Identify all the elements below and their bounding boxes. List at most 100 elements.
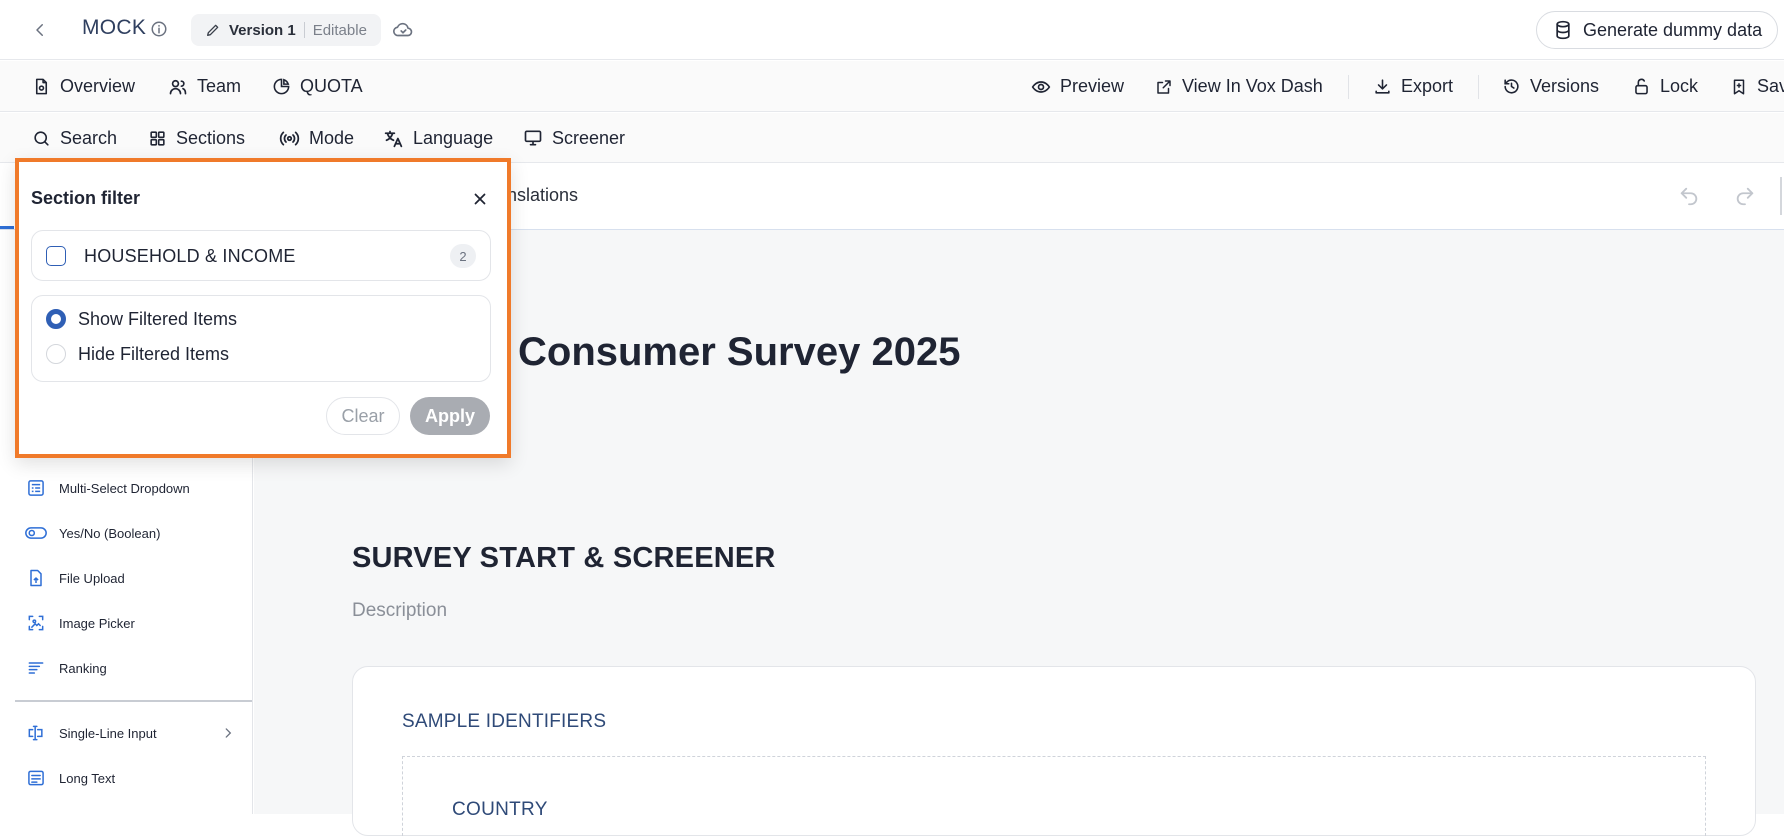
- question-drop-zone: [402, 756, 1706, 836]
- nav-export[interactable]: Export: [1373, 61, 1453, 112]
- sidebar-item-label: Image Picker: [59, 615, 135, 631]
- generate-dummy-data-button[interactable]: Generate dummy data: [1536, 11, 1778, 49]
- tool-sections-label: Sections: [176, 127, 246, 148]
- nav-view-in-vox-label: View In Vox Dash: [1182, 76, 1323, 96]
- broadcast-icon: [279, 131, 300, 145]
- nav-view-in-vox-dash[interactable]: View In Vox Dash: [1155, 61, 1323, 112]
- top-bar: MOCK Version 1 Editable Generate dummy d…: [0, 0, 1784, 60]
- radio-button[interactable]: [46, 344, 66, 364]
- history-icon: [1504, 79, 1519, 94]
- undo-button[interactable]: [1678, 185, 1700, 207]
- chevron-right-icon[interactable]: [221, 726, 235, 740]
- tool-sections[interactable]: Sections: [148, 113, 245, 163]
- undo-icon: [1680, 187, 1698, 206]
- sidebar-item-label: Yes/No (Boolean): [59, 525, 161, 541]
- image-picker-icon: [28, 615, 44, 631]
- cloud-sync-icon: [392, 19, 414, 41]
- project-title: MOCK: [82, 16, 147, 39]
- filter-mode-group: Show Filtered Items Hide Filtered Items: [31, 295, 491, 382]
- document-icon: [35, 78, 48, 95]
- question-label[interactable]: COUNTRY: [452, 799, 548, 821]
- sidebar-item-image-picker[interactable]: Image Picker: [25, 609, 235, 637]
- redo-button[interactable]: [1734, 185, 1756, 207]
- multi-select-dropdown-icon: [28, 480, 44, 496]
- download-icon: [1375, 79, 1390, 94]
- grid-icon: [150, 130, 165, 146]
- nav-quota[interactable]: QUOTA: [272, 61, 363, 112]
- section-checkbox[interactable]: [46, 246, 66, 266]
- nav-team-label: Team: [197, 76, 242, 96]
- active-tab-indicator: [0, 226, 14, 229]
- text-cursor-icon: [28, 725, 43, 741]
- nav-overview[interactable]: Overview: [32, 61, 135, 112]
- nav-lock-label: Lock: [1660, 76, 1699, 96]
- apply-button[interactable]: Apply: [410, 397, 490, 435]
- version-state: Editable: [312, 21, 367, 39]
- tool-search[interactable]: Search: [32, 113, 117, 163]
- database-icon: [1556, 20, 1570, 40]
- section-filter-option[interactable]: HOUSEHOLD & INCOME 2: [31, 230, 491, 281]
- users-icon: [169, 79, 187, 94]
- nav-team[interactable]: Team: [168, 61, 241, 112]
- sidebar-item-label: Ranking: [59, 660, 107, 676]
- radio-button-selected[interactable]: [46, 309, 66, 329]
- tool-screener[interactable]: Screener: [523, 113, 625, 163]
- nav-save[interactable]: Sav: [1730, 61, 1784, 112]
- sidebar-item-label: Multi-Select Dropdown: [59, 480, 190, 496]
- question-group-title[interactable]: SAMPLE IDENTIFIERS: [402, 711, 606, 733]
- translate-icon: [384, 130, 403, 147]
- section-description[interactable]: Description: [352, 600, 447, 622]
- editor-toolbar: Search Sections Mode Language Screener: [0, 113, 1784, 163]
- chevron-left-icon: [36, 24, 43, 36]
- nav-versions-label: Versions: [1530, 76, 1600, 96]
- nav-divider: [1478, 75, 1479, 99]
- sidebar-item-long-text[interactable]: Long Text: [25, 764, 235, 792]
- nav-overview-label: Overview: [60, 76, 136, 96]
- version-selector[interactable]: Version 1 Editable: [191, 14, 381, 46]
- sidebar-item-label: Single-Line Input: [59, 725, 157, 741]
- tool-language[interactable]: Language: [383, 113, 493, 163]
- version-name: Version 1: [229, 21, 296, 39]
- sidebar-item-single-line-input[interactable]: Single-Line Input: [25, 719, 235, 747]
- pie-chart-icon: [273, 78, 290, 95]
- toggle-icon: [25, 527, 47, 539]
- tool-mode[interactable]: Mode: [279, 113, 354, 163]
- version-separator: [303, 22, 305, 38]
- nav-export-label: Export: [1401, 76, 1454, 96]
- monitor-icon: [524, 130, 542, 146]
- nav-lock[interactable]: Lock: [1632, 61, 1698, 112]
- info-icon[interactable]: [150, 20, 168, 38]
- section-title[interactable]: SURVEY START & SCREENER: [352, 542, 776, 575]
- tool-screener-label: Screener: [552, 127, 626, 148]
- clear-button[interactable]: Clear: [326, 397, 400, 435]
- file-upload-icon: [30, 569, 42, 587]
- back-button[interactable]: [28, 18, 52, 42]
- eye-icon: [1031, 80, 1051, 93]
- nav-divider: [1348, 75, 1349, 99]
- nav-quota-label: QUOTA: [300, 76, 363, 96]
- nav-save-label: Sav: [1757, 76, 1784, 96]
- redo-icon: [1736, 187, 1754, 206]
- close-button[interactable]: [471, 190, 489, 208]
- nav-preview-label: Preview: [1060, 76, 1125, 96]
- sidebar-item-ranking[interactable]: Ranking: [25, 654, 235, 682]
- nav-versions[interactable]: Versions: [1502, 61, 1599, 112]
- question-count-badge: 2: [450, 244, 476, 268]
- tool-language-label: Language: [413, 127, 494, 148]
- tab-bar-edge: [1780, 177, 1782, 215]
- radio-hide-filtered[interactable]: Hide Filtered Items: [46, 342, 229, 366]
- radio-show-filtered[interactable]: Show Filtered Items: [46, 307, 237, 331]
- section-filter-popover: Section filter HOUSEHOLD & INCOME 2 Show…: [15, 158, 511, 458]
- nav-preview[interactable]: Preview: [1031, 61, 1124, 112]
- ranking-icon: [28, 662, 44, 674]
- pencil-icon: [207, 24, 219, 36]
- radio-show-label: Show Filtered Items: [78, 308, 238, 329]
- tool-mode-label: Mode: [309, 127, 355, 148]
- sidebar-item-file-upload[interactable]: File Upload: [25, 564, 235, 592]
- tool-search-label: Search: [60, 127, 118, 148]
- sidebar-item-multi-select-dropdown[interactable]: Multi-Select Dropdown: [25, 474, 235, 502]
- sidebar-item-yes-no[interactable]: Yes/No (Boolean): [25, 519, 235, 547]
- external-link-icon: [1157, 79, 1171, 94]
- survey-title[interactable]: Consumer Survey 2025: [518, 330, 960, 375]
- section-option-label: HOUSEHOLD & INCOME: [84, 246, 296, 266]
